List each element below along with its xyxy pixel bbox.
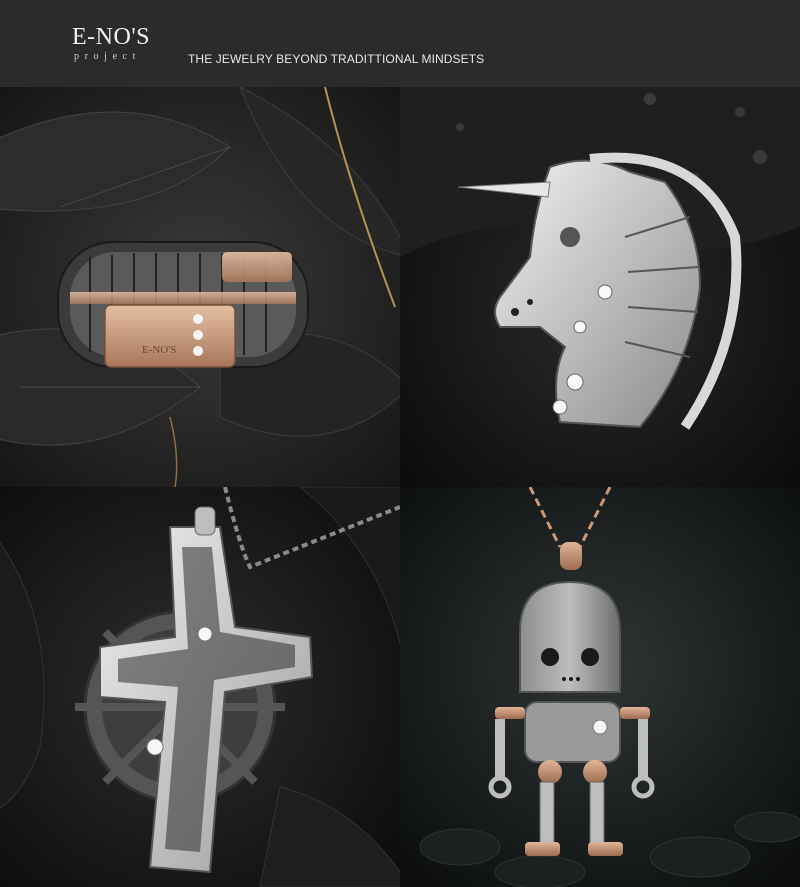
site-header: E-NO'S project THE JEWELRY BEYOND TRADIT… bbox=[0, 0, 800, 87]
logo-subtitle: project bbox=[74, 51, 141, 62]
robot-pendant-image bbox=[400, 487, 800, 887]
gallery-tile-robot-pendant[interactable] bbox=[400, 487, 800, 887]
brand-logo[interactable]: E-NO'S project bbox=[72, 24, 150, 64]
chain-ring-image: E-NO'S bbox=[0, 87, 400, 487]
gallery-tile-gear-cross[interactable] bbox=[0, 487, 400, 887]
product-gallery: E-NO'S bbox=[0, 87, 800, 887]
gear-cross-image bbox=[0, 487, 400, 887]
gallery-tile-chain-ring[interactable]: E-NO'S bbox=[0, 87, 400, 487]
logo-wordmark: E-NO'S bbox=[72, 24, 150, 50]
brand-tagline: THE JEWELRY BEYOND TRADITTIONAL MINDSETS bbox=[188, 52, 485, 66]
unicorn-brooch-image bbox=[400, 87, 800, 487]
gallery-tile-unicorn-brooch[interactable] bbox=[400, 87, 800, 487]
ring-engraving: E-NO'S bbox=[142, 344, 176, 356]
